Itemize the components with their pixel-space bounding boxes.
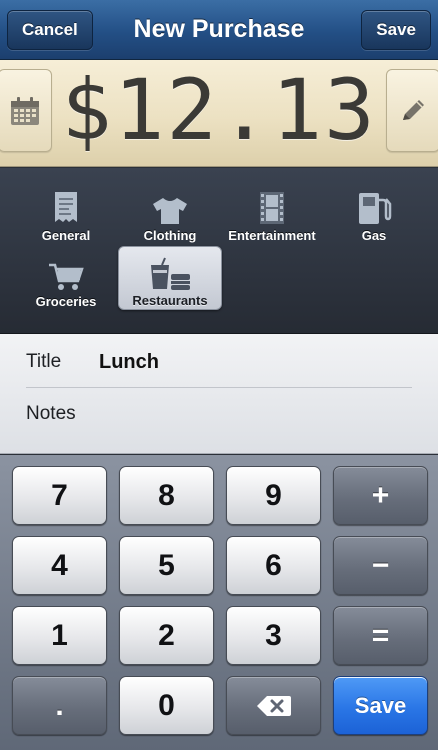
category-clothing[interactable]: Clothing xyxy=(118,186,222,248)
title-label: Title xyxy=(26,351,62,372)
key-decimal[interactable]: . xyxy=(12,676,107,735)
category-picker: General Clothing Entertainment Gas Groce… xyxy=(0,168,438,334)
notes-label: Notes xyxy=(26,403,76,424)
category-label: Entertainment xyxy=(228,228,316,243)
key-plus[interactable]: + xyxy=(333,466,428,525)
key-2[interactable]: 2 xyxy=(119,606,214,665)
edit-amount-button[interactable] xyxy=(386,69,438,152)
key-minus[interactable]: − xyxy=(333,536,428,595)
amount-value: $12.13 xyxy=(61,61,377,159)
key-8[interactable]: 8 xyxy=(119,466,214,525)
gas-pump-icon xyxy=(359,193,392,224)
page-title: New Purchase xyxy=(133,15,305,43)
category-entertainment[interactable]: Entertainment xyxy=(220,186,324,248)
title-field[interactable]: Lunch xyxy=(99,336,159,388)
numeric-keypad: 7 8 9 + 4 5 6 − 1 2 3 = . 0 Save xyxy=(0,455,438,750)
category-label: Restaurants xyxy=(132,293,208,308)
category-restaurants[interactable]: Restaurants xyxy=(118,246,222,310)
key-5[interactable]: 5 xyxy=(119,536,214,595)
key-4[interactable]: 4 xyxy=(12,536,107,595)
film-icon xyxy=(260,192,284,224)
key-1[interactable]: 1 xyxy=(12,606,107,665)
key-0[interactable]: 0 xyxy=(119,676,214,735)
category-general[interactable]: General xyxy=(14,186,118,248)
key-6[interactable]: 6 xyxy=(226,536,321,595)
save-button[interactable]: Save xyxy=(361,10,431,50)
category-gas[interactable]: Gas xyxy=(322,186,426,248)
tshirt-icon xyxy=(153,198,187,224)
navigation-bar: Cancel New Purchase Save xyxy=(0,0,438,60)
shopping-cart-icon xyxy=(49,263,84,290)
key-equals[interactable]: = xyxy=(333,606,428,665)
notes-row[interactable]: Notes xyxy=(26,388,412,440)
category-label: Clothing xyxy=(143,228,197,243)
category-groceries[interactable]: Groceries xyxy=(14,252,118,314)
cancel-button[interactable]: Cancel xyxy=(7,10,93,50)
restaurant-icon xyxy=(151,257,190,290)
calendar-icon xyxy=(11,96,39,125)
receipt-icon xyxy=(55,192,77,222)
amount-display: $12.13 xyxy=(0,60,438,167)
pencil-icon xyxy=(403,99,424,120)
key-3[interactable]: 3 xyxy=(226,606,321,665)
purchase-form: Title Lunch Notes xyxy=(0,334,438,454)
backspace-icon xyxy=(256,695,291,716)
key-9[interactable]: 9 xyxy=(226,466,321,525)
key-7[interactable]: 7 xyxy=(12,466,107,525)
title-row[interactable]: Title Lunch xyxy=(26,336,412,388)
category-label: Groceries xyxy=(35,294,97,309)
date-button[interactable] xyxy=(0,69,52,152)
keypad-save-button[interactable]: Save xyxy=(333,676,428,735)
key-backspace[interactable] xyxy=(226,676,321,735)
category-label: Gas xyxy=(361,228,387,243)
category-label: General xyxy=(41,228,91,243)
